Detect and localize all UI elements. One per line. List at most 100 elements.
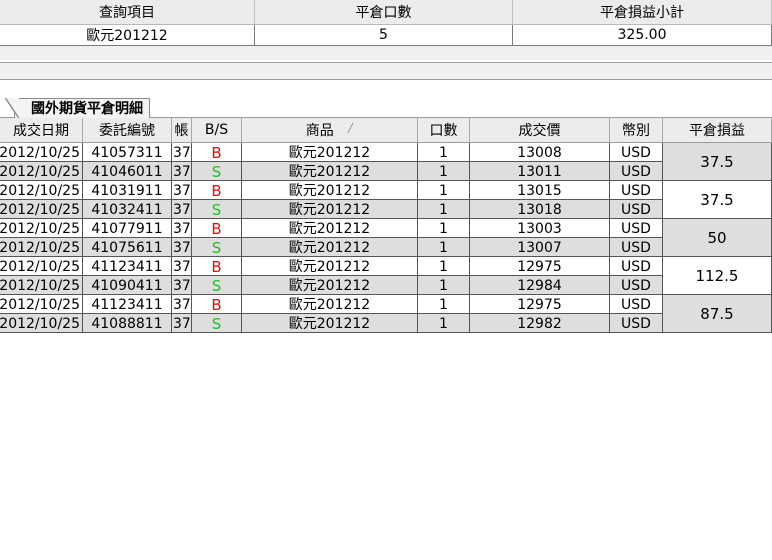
product-cell: 歐元201212 (242, 276, 418, 294)
col-header-currency[interactable]: 幣別 (610, 118, 663, 142)
table-row[interactable]: 2012/10/254105731137:B歐元201212113008USD (0, 143, 663, 162)
table-row[interactable]: 2012/10/254103191137:B歐元201212113015USD (0, 181, 663, 200)
trade-date-cell: 2012/10/25 (0, 200, 83, 218)
product-cell: 歐元201212 (242, 295, 418, 313)
trade-date-cell: 2012/10/25 (0, 181, 83, 199)
col-header-price[interactable]: 成交價 (470, 118, 610, 142)
bs-cell: S (192, 162, 242, 180)
price-cell: 13008 (470, 143, 610, 161)
order-no-cell: 41031911 (83, 181, 172, 199)
summary-empty-area (0, 46, 772, 60)
table-row[interactable]: 2012/10/254107561137:S歐元201212113007USD (0, 238, 663, 257)
order-no-cell: 41123411 (83, 295, 172, 313)
summary-qty-cell: 5 (255, 25, 513, 45)
order-no-cell: 41123411 (83, 257, 172, 275)
table-row[interactable]: 2012/10/254109041137:S歐元201212112984USD (0, 276, 663, 295)
summary-header-item[interactable]: 查詢項目 (0, 0, 255, 24)
close-pl-cell: 50 (663, 219, 772, 257)
col-header-trade-date[interactable]: 成交日期 (0, 118, 83, 142)
currency-cell: USD (610, 181, 663, 199)
product-cell: 歐元201212 (242, 143, 418, 161)
bs-cell: S (192, 238, 242, 256)
price-cell: 13003 (470, 219, 610, 237)
summary-header-qty[interactable]: 平倉口數 (255, 0, 513, 24)
order-no-cell: 41075611 (83, 238, 172, 256)
account-cell: 37: (173, 276, 192, 294)
lots-cell: 1 (418, 181, 470, 199)
currency-cell: USD (610, 200, 663, 218)
close-pl-cell: 112.5 (663, 257, 772, 295)
close-detail-grid: 成交日期 委託編號 帳 B/S 商品 ╱ 口數 成交價 幣別 平倉損益 2012… (0, 118, 772, 333)
grid-body: 2012/10/254105731137:B歐元201212113008USD2… (0, 143, 772, 333)
bs-cell: S (192, 314, 242, 332)
account-cell: 37: (173, 162, 192, 180)
col-header-product[interactable]: 商品 ╱ (242, 118, 418, 142)
account-cell: 37: (173, 295, 192, 313)
summary-header-pl[interactable]: 平倉損益小計 (513, 0, 772, 24)
close-pl-cell: 87.5 (663, 295, 772, 333)
trade-date-cell: 2012/10/25 (0, 257, 83, 275)
trade-date-cell: 2012/10/25 (0, 295, 83, 313)
close-pl-cell: 37.5 (663, 143, 772, 181)
order-no-cell: 41057311 (83, 143, 172, 161)
price-cell: 12982 (470, 314, 610, 332)
trade-date-cell: 2012/10/25 (0, 143, 83, 161)
lots-cell: 1 (418, 257, 470, 275)
trade-pair-rows: 2012/10/254112341137:B歐元201212112975USD2… (0, 257, 663, 295)
lots-cell: 1 (418, 219, 470, 237)
summary-row[interactable]: 歐元201212 5 325.00 (0, 25, 772, 46)
price-cell: 13011 (470, 162, 610, 180)
lots-cell: 1 (418, 162, 470, 180)
price-cell: 12984 (470, 276, 610, 294)
account-cell: 37: (173, 181, 192, 199)
tab-futures-close-detail[interactable]: 國外期貨平倉明細 (5, 98, 150, 119)
table-row[interactable]: 2012/10/254103241137:S歐元201212113018USD (0, 200, 663, 219)
trade-date-cell: 2012/10/25 (0, 238, 83, 256)
product-cell: 歐元201212 (242, 162, 418, 180)
account-cell: 37: (173, 219, 192, 237)
currency-cell: USD (610, 143, 663, 161)
currency-cell: USD (610, 219, 663, 237)
col-header-pl[interactable]: 平倉損益 (663, 118, 772, 142)
summary-pl-cell: 325.00 (513, 25, 772, 45)
bs-cell: B (192, 181, 242, 199)
product-cell: 歐元201212 (242, 181, 418, 199)
price-cell: 12975 (470, 257, 610, 275)
account-cell: 37: (173, 200, 192, 218)
col-header-lots[interactable]: 口數 (418, 118, 470, 142)
table-row[interactable]: 2012/10/254104601137:S歐元201212113011USD (0, 162, 663, 181)
table-row[interactable]: 2012/10/254108881137:S歐元201212112982USD (0, 314, 663, 333)
order-no-cell: 41032411 (83, 200, 172, 218)
col-header-account[interactable]: 帳 (172, 118, 192, 142)
currency-cell: USD (610, 257, 663, 275)
bs-cell: S (192, 200, 242, 218)
currency-cell: USD (610, 295, 663, 313)
col-header-bs[interactable]: B/S (192, 118, 242, 142)
product-cell: 歐元201212 (242, 314, 418, 332)
col-header-product-label: 商品 (305, 123, 334, 139)
table-row[interactable]: 2012/10/254107791137:B歐元201212113003USD (0, 219, 663, 238)
trade-pair-group: 2012/10/254103191137:B歐元201212113015USD2… (0, 181, 772, 219)
horizontal-scrollbar[interactable] (0, 62, 772, 80)
summary-table: 查詢項目 平倉口數 平倉損益小計 歐元201212 5 325.00 (0, 0, 772, 46)
account-cell: 37: (173, 143, 192, 161)
table-row[interactable]: 2012/10/254112341137:B歐元201212112975USD (0, 295, 663, 314)
currency-cell: USD (610, 314, 663, 332)
trade-pair-rows: 2012/10/254105731137:B歐元201212113008USD2… (0, 143, 663, 181)
price-cell: 12975 (470, 295, 610, 313)
bs-cell: B (192, 257, 242, 275)
tab-strip: 國外期貨平倉明細 (0, 96, 772, 119)
product-cell: 歐元201212 (242, 257, 418, 275)
trade-date-cell: 2012/10/25 (0, 276, 83, 294)
order-no-cell: 41088811 (83, 314, 172, 332)
product-cell: 歐元201212 (242, 200, 418, 218)
bs-cell: B (192, 219, 242, 237)
account-cell: 37: (173, 257, 192, 275)
product-cell: 歐元201212 (242, 219, 418, 237)
order-no-cell: 41090411 (83, 276, 172, 294)
price-cell: 13015 (470, 181, 610, 199)
lots-cell: 1 (418, 200, 470, 218)
summary-item-cell: 歐元201212 (0, 25, 255, 45)
col-header-order-no[interactable]: 委託編號 (83, 118, 172, 142)
table-row[interactable]: 2012/10/254112341137:B歐元201212112975USD (0, 257, 663, 276)
